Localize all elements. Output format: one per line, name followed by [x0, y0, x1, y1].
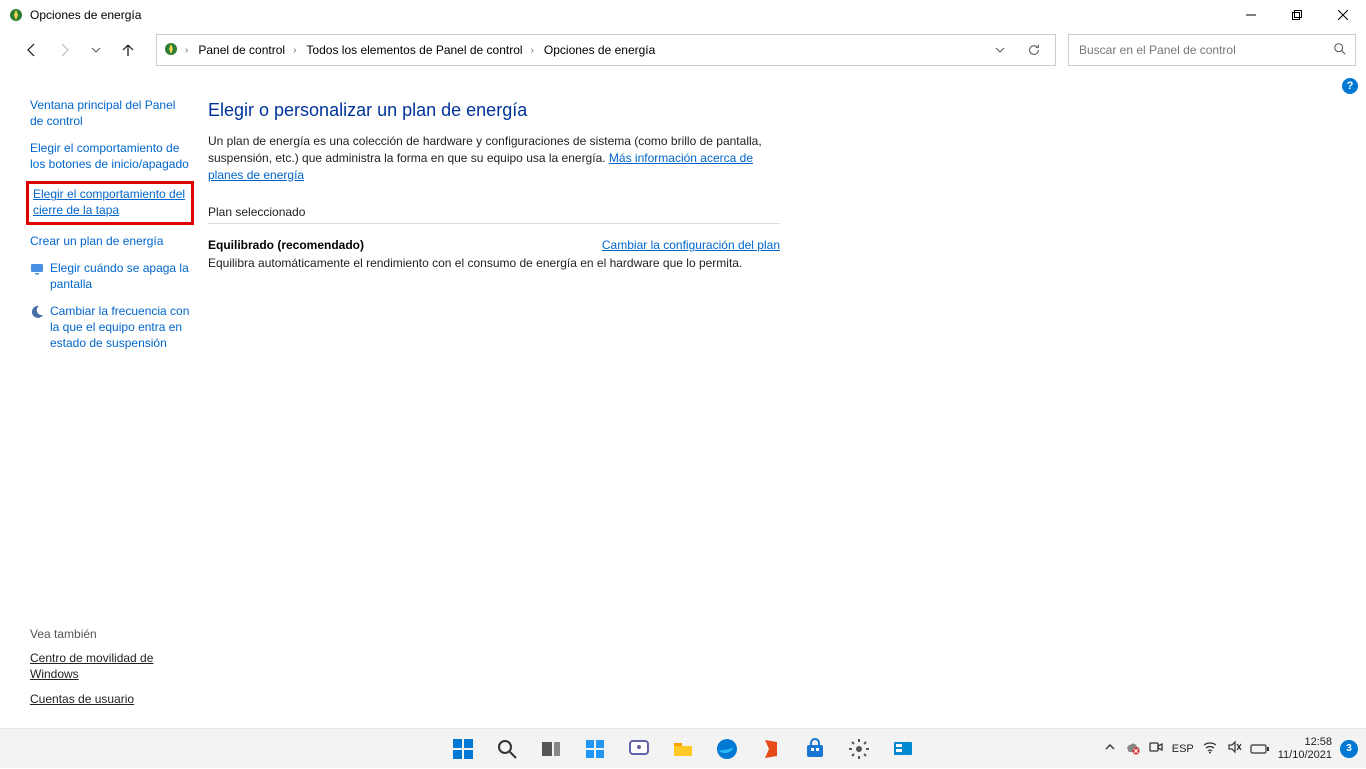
help-icon[interactable]: ?	[1342, 78, 1358, 94]
address-dropdown[interactable]	[985, 45, 1015, 55]
store-button[interactable]	[795, 729, 835, 769]
see-also-heading: Vea también	[30, 627, 190, 641]
clock-date: 11/10/2021	[1278, 749, 1332, 762]
sidebar-link-lid[interactable]: Elegir el comportamiento del cierre de l…	[33, 187, 187, 218]
app-icon	[8, 7, 24, 23]
volume-icon[interactable]	[1226, 739, 1242, 758]
up-button[interactable]	[114, 36, 142, 64]
address-bar[interactable]: › Panel de control› Todos los elementos …	[156, 34, 1056, 66]
breadcrumb-item[interactable]: Todos los elementos de Panel de control	[302, 41, 526, 59]
forward-button[interactable]	[50, 36, 78, 64]
sidebar-link-main[interactable]: Ventana principal del Panel de control	[30, 98, 190, 129]
maximize-button[interactable]	[1274, 0, 1320, 30]
close-button[interactable]	[1320, 0, 1366, 30]
search-input[interactable]	[1077, 42, 1333, 58]
tray-overflow-icon[interactable]	[1104, 741, 1116, 756]
language-indicator[interactable]: ESP	[1172, 743, 1194, 755]
clock[interactable]: 12:58 11/10/2021	[1278, 736, 1332, 761]
widgets-button[interactable]	[575, 729, 615, 769]
see-also-accounts[interactable]: Cuentas de usuario	[30, 692, 190, 708]
window-title: Opciones de energía	[30, 8, 141, 22]
page-description: Un plan de energía es una colección de h…	[208, 133, 780, 183]
chevron-right-icon[interactable]: ›	[529, 45, 536, 56]
meet-now-icon[interactable]	[1148, 739, 1164, 758]
control-panel-icon	[163, 41, 179, 60]
sidebar-link-create[interactable]: Crear un plan de energía	[30, 234, 190, 250]
task-view-button[interactable]	[531, 729, 571, 769]
system-tray: ESP 12:58 11/10/2021 3	[1104, 736, 1366, 761]
search-box[interactable]	[1068, 34, 1356, 66]
battery-icon[interactable]	[1250, 743, 1270, 755]
wifi-icon[interactable]	[1202, 739, 1218, 758]
plan-row: Equilibrado (recomendado) Cambiar la con…	[208, 238, 780, 252]
plan-settings-link[interactable]: Cambiar la configuración del plan	[602, 238, 780, 252]
breadcrumb-item[interactable]: Panel de control	[194, 41, 289, 59]
search-icon[interactable]	[1333, 42, 1347, 59]
notifications-button[interactable]: 3	[1340, 740, 1358, 758]
taskbar: ESP 12:58 11/10/2021 3	[0, 728, 1366, 768]
sidebar-link-display-off[interactable]: Elegir cuándo se apaga la pantalla	[50, 261, 190, 292]
chevron-right-icon[interactable]: ›	[183, 45, 190, 56]
highlight-box: Elegir el comportamiento del cierre de l…	[26, 181, 194, 224]
back-button[interactable]	[18, 36, 46, 64]
monitor-icon	[30, 262, 44, 276]
minimize-button[interactable]	[1228, 0, 1274, 30]
moon-icon	[30, 305, 44, 319]
recent-dropdown[interactable]	[82, 36, 110, 64]
navbar: › Panel de control› Todos los elementos …	[0, 30, 1366, 70]
office-button[interactable]	[751, 729, 791, 769]
sidebar-link-buttons[interactable]: Elegir el comportamiento de los botones …	[30, 141, 190, 172]
refresh-button[interactable]	[1019, 43, 1049, 57]
control-panel-button[interactable]	[883, 729, 923, 769]
chat-button[interactable]	[619, 729, 659, 769]
taskbar-search-button[interactable]	[487, 729, 527, 769]
onedrive-icon[interactable]	[1124, 739, 1140, 758]
plan-description: Equilibra automáticamente el rendimiento…	[208, 256, 780, 270]
main-panel: Elegir o personalizar un plan de energía…	[200, 78, 800, 728]
explorer-button[interactable]	[663, 729, 703, 769]
section-selected-plan: Plan seleccionado	[208, 205, 780, 224]
see-also-mobility[interactable]: Centro de movilidad de Windows	[30, 651, 190, 682]
page-title: Elegir o personalizar un plan de energía	[208, 100, 780, 121]
edge-button[interactable]	[707, 729, 747, 769]
chevron-right-icon[interactable]: ›	[291, 45, 298, 56]
plan-name: Equilibrado (recomendado)	[208, 238, 364, 252]
sidebar: Ventana principal del Panel de control E…	[0, 78, 200, 728]
clock-time: 12:58	[1278, 736, 1332, 749]
titlebar: Opciones de energía	[0, 0, 1366, 30]
content-area: Ventana principal del Panel de control E…	[0, 70, 1366, 728]
taskbar-center	[443, 729, 923, 769]
start-button[interactable]	[443, 729, 483, 769]
settings-button[interactable]	[839, 729, 879, 769]
sidebar-link-sleep[interactable]: Cambiar la frecuencia con la que el equi…	[50, 304, 190, 351]
breadcrumb-item[interactable]: Opciones de energía	[540, 41, 659, 59]
